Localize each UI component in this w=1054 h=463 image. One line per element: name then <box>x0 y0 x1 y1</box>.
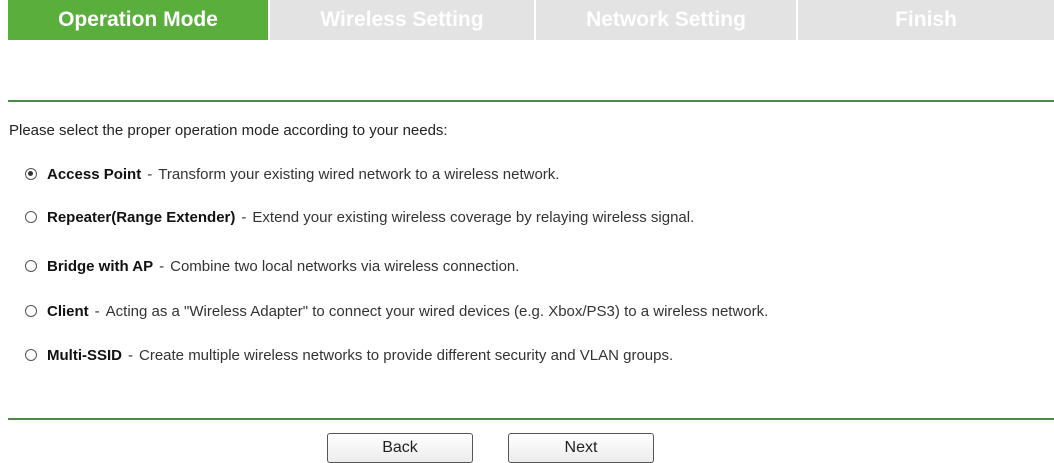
option-description: Create multiple wireless networks to pro… <box>139 346 674 364</box>
back-button[interactable]: Back <box>327 433 473 463</box>
next-button[interactable]: Next <box>508 433 654 463</box>
option-separator: - <box>159 257 165 275</box>
bottom-divider <box>8 418 1054 420</box>
option-description: Combine two local networks via wireless … <box>170 257 520 275</box>
option-separator: - <box>94 302 100 320</box>
top-divider <box>8 100 1054 102</box>
tab-wireless-setting: Wireless Setting <box>270 0 536 40</box>
client-radio[interactable] <box>25 305 37 317</box>
repeater-radio[interactable] <box>25 211 37 223</box>
access-point-radio[interactable] <box>25 168 37 180</box>
tab-finish: Finish <box>798 0 1054 40</box>
option-bridge-with-ap[interactable]: Bridge with AP - Combine two local netwo… <box>25 255 519 277</box>
wizard-tabs: Operation Mode Wireless Setting Network … <box>8 0 1054 40</box>
option-name: Multi-SSID <box>47 346 122 364</box>
option-access-point[interactable]: Access Point - Transform your existing w… <box>25 163 559 185</box>
bridge-with-ap-radio[interactable] <box>25 260 37 272</box>
option-name: Client <box>47 302 89 320</box>
option-repeater[interactable]: Repeater(Range Extender) - Extend your e… <box>25 206 694 228</box>
option-separator: - <box>147 165 153 183</box>
option-description: Transform your existing wired network to… <box>158 165 560 183</box>
option-separator: - <box>241 208 247 226</box>
option-name: Bridge with AP <box>47 257 154 275</box>
option-separator: - <box>128 346 133 364</box>
multi-ssid-radio[interactable] <box>25 349 37 361</box>
mode-prompt: Please select the proper operation mode … <box>9 122 448 139</box>
tab-network-setting: Network Setting <box>536 0 798 40</box>
option-description: Extend your existing wireless coverage b… <box>252 208 695 226</box>
option-description: Acting as a "Wireless Adapter" to connec… <box>105 302 769 320</box>
option-client[interactable]: Client - Acting as a "Wireless Adapter" … <box>25 300 768 322</box>
option-name: Repeater(Range Extender) <box>47 208 236 226</box>
option-multi-ssid[interactable]: Multi-SSID - Create multiple wireless ne… <box>25 344 673 366</box>
tab-operation-mode: Operation Mode <box>8 0 270 40</box>
option-name: Access Point <box>47 165 142 183</box>
